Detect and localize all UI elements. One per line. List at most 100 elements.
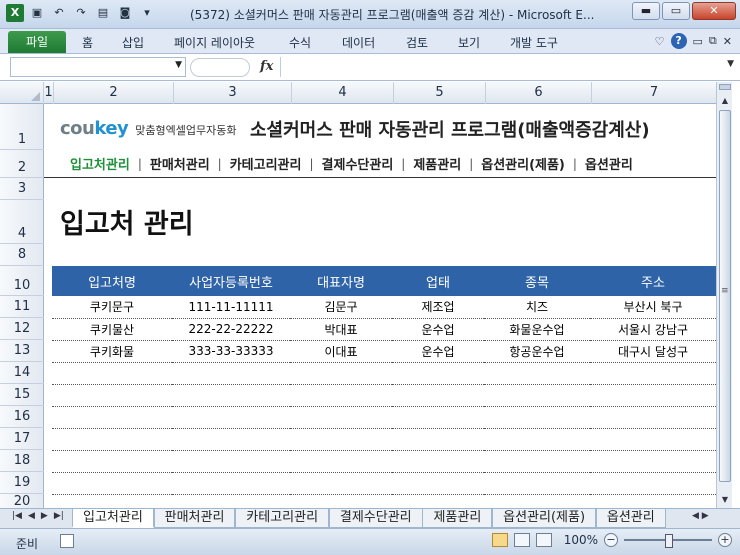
cell-empty[interactable]: [172, 362, 290, 385]
row-header[interactable]: 20: [0, 494, 44, 509]
row-header[interactable]: 12: [0, 318, 44, 340]
cell-empty[interactable]: [590, 450, 716, 473]
cell-empty[interactable]: [172, 406, 290, 429]
doc-restore-icon[interactable]: ⧉: [709, 34, 717, 48]
tab-scroll-icon[interactable]: ◀ ▶: [692, 511, 709, 521]
zoom-out-button[interactable]: −: [604, 533, 618, 547]
cell-business-number[interactable]: 111-11-11111: [172, 296, 290, 319]
worksheet[interactable]: cou key 맞춤형엑셀업무자동화 소셜커머스 판매 자동관리 프로그램(매출액…: [44, 104, 716, 508]
sheet-tab-option-product[interactable]: 옵션관리(제품): [492, 509, 597, 528]
tab-review[interactable]: 검토: [406, 34, 428, 51]
help-icon[interactable]: ?: [670, 33, 687, 49]
header-business-item[interactable]: 종목: [484, 266, 590, 296]
cell-empty[interactable]: [52, 406, 172, 429]
row-header[interactable]: 14: [0, 362, 44, 384]
insert-function-icon[interactable]: fx: [260, 59, 273, 74]
cell-empty[interactable]: [392, 362, 484, 385]
maximize-button[interactable]: ▭: [662, 2, 690, 20]
cell-empty[interactable]: [590, 406, 716, 429]
cell-empty[interactable]: [290, 384, 392, 407]
cell-empty[interactable]: [392, 428, 484, 451]
header-business-type[interactable]: 업태: [392, 266, 484, 296]
cell-empty[interactable]: [290, 362, 392, 385]
cell-empty[interactable]: [172, 384, 290, 407]
col-header[interactable]: 4: [292, 82, 394, 104]
tab-developer[interactable]: 개발 도구: [510, 34, 558, 51]
scroll-down-icon[interactable]: ▼: [718, 493, 732, 507]
cell-business-type[interactable]: 운수업: [392, 318, 484, 341]
row-header[interactable]: 2: [0, 150, 44, 178]
nav-item-category[interactable]: 카테고리관리: [222, 154, 310, 173]
cell-empty[interactable]: [172, 450, 290, 473]
tab-file[interactable]: 파일: [8, 31, 66, 53]
scroll-up-icon[interactable]: ▲: [718, 94, 732, 108]
cell-empty[interactable]: [392, 384, 484, 407]
tab-view[interactable]: 보기: [458, 34, 480, 51]
nav-item-supplier[interactable]: 입고처관리: [44, 154, 138, 173]
cell-address[interactable]: 부산시 북구: [590, 296, 716, 319]
last-sheet-icon[interactable]: ▶|: [54, 511, 64, 521]
chevron-down-icon[interactable]: ▼: [175, 60, 182, 70]
formula-cancel-enter[interactable]: [190, 58, 250, 77]
select-all-corner[interactable]: [0, 82, 44, 104]
expand-formula-icon[interactable]: ▼: [727, 59, 734, 69]
cell-empty[interactable]: [484, 428, 590, 451]
col-header[interactable]: 6: [486, 82, 592, 104]
cell-address[interactable]: 대구시 달성구: [590, 340, 716, 363]
split-handle[interactable]: [719, 84, 731, 90]
cell-business-number[interactable]: 333-33-33333: [172, 340, 290, 363]
row-header[interactable]: 11: [0, 296, 44, 318]
cell-business-number[interactable]: 222-22-22222: [172, 318, 290, 341]
row-header[interactable]: 10: [0, 266, 44, 296]
col-header[interactable]: 7: [592, 82, 716, 104]
cell-empty[interactable]: [484, 362, 590, 385]
cell-business-item[interactable]: 항공운수업: [484, 340, 590, 363]
sheet-tab-category[interactable]: 카테고리관리: [235, 509, 330, 528]
cell-empty[interactable]: [172, 428, 290, 451]
tab-page-layout[interactable]: 페이지 레이아웃: [174, 34, 255, 51]
cell-empty[interactable]: [52, 384, 172, 407]
cell-empty[interactable]: [52, 428, 172, 451]
cell-empty[interactable]: [484, 406, 590, 429]
redo-icon[interactable]: ↷: [72, 4, 90, 22]
zoom-level[interactable]: 100%: [564, 533, 598, 547]
cell-empty[interactable]: [590, 428, 716, 451]
cell-empty[interactable]: [290, 406, 392, 429]
header-supplier-name[interactable]: 입고처명: [52, 266, 172, 296]
tab-home[interactable]: 홈: [82, 34, 93, 51]
header-address[interactable]: 주소: [590, 266, 716, 296]
close-button[interactable]: ✕: [692, 2, 736, 20]
nav-item-payment[interactable]: 결제수단관리: [314, 154, 402, 173]
cell-business-type[interactable]: 제조업: [392, 296, 484, 319]
zoom-in-button[interactable]: +: [718, 533, 732, 547]
camera-icon[interactable]: ◙: [116, 4, 134, 22]
row-header[interactable]: 17: [0, 428, 44, 450]
cell-representative[interactable]: 김문구: [290, 296, 392, 319]
cell-empty[interactable]: [290, 472, 392, 495]
cell-empty[interactable]: [392, 472, 484, 495]
row-header[interactable]: 18: [0, 450, 44, 472]
tab-insert[interactable]: 삽입: [122, 34, 144, 51]
cell-empty[interactable]: [172, 472, 290, 495]
row-header[interactable]: 8: [0, 244, 44, 266]
sheet-tab-product[interactable]: 제품관리: [422, 509, 493, 528]
cell-empty[interactable]: [392, 450, 484, 473]
cell-address[interactable]: 서울시 강남구: [590, 318, 716, 341]
cell-empty[interactable]: [392, 406, 484, 429]
save-icon[interactable]: ▣: [28, 4, 46, 22]
header-business-number[interactable]: 사업자등록번호: [172, 266, 290, 296]
doc-minimize-icon[interactable]: ▭: [693, 35, 703, 48]
row-header[interactable]: 13: [0, 340, 44, 362]
macro-record-icon[interactable]: [60, 534, 74, 548]
cell-empty[interactable]: [290, 450, 392, 473]
nav-item-seller[interactable]: 판매처관리: [142, 154, 218, 173]
excel-logo-icon[interactable]: X: [6, 4, 24, 22]
header-representative[interactable]: 대표자명: [290, 266, 392, 296]
sheet-tab-option[interactable]: 옵션관리: [595, 509, 666, 528]
nav-item-option[interactable]: 옵션관리: [577, 154, 641, 173]
cell-supplier-name[interactable]: 쿠키화물: [52, 340, 172, 363]
normal-view-icon[interactable]: [491, 533, 508, 547]
cell-representative[interactable]: 박대표: [290, 318, 392, 341]
scroll-thumb[interactable]: [719, 110, 731, 482]
nav-item-product[interactable]: 제품관리: [405, 154, 469, 173]
